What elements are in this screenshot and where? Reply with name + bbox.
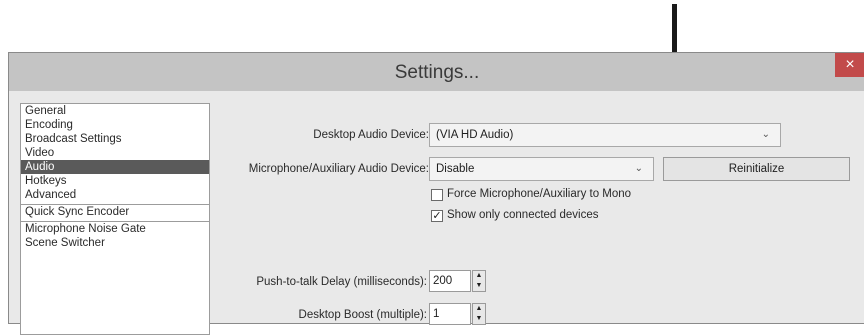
settings-sidebar: General Encoding Broadcast Settings Vide… — [20, 103, 210, 335]
desktop-boost-spinner[interactable]: ▲ ▼ — [472, 303, 486, 325]
spin-up-icon: ▲ — [475, 305, 483, 312]
force-mono-label: Force Microphone/Auxiliary to Mono — [447, 188, 632, 200]
title-bar: Settings... × — [9, 53, 864, 91]
reinitialize-button[interactable]: Reinitialize — [663, 157, 850, 181]
force-mono-checkbox[interactable] — [431, 189, 443, 201]
close-button[interactable]: × — [835, 53, 864, 77]
sidebar-item-advanced[interactable]: Advanced — [21, 188, 209, 202]
desktop-audio-device-value: (VIA HD Audio) — [436, 129, 514, 141]
window-title: Settings... — [394, 62, 480, 83]
spin-up-icon: ▲ — [475, 272, 483, 279]
sidebar-item-hotkeys[interactable]: Hotkeys — [21, 174, 209, 188]
desktop-audio-device-select[interactable]: (VIA HD Audio) ⌄ — [429, 123, 781, 147]
chevron-down-icon: ⌄ — [761, 129, 770, 140]
ptt-delay-label: Push-to-talk Delay (milliseconds): — [256, 276, 427, 288]
sidebar-item-quick-sync-encoder[interactable]: Quick Sync Encoder — [21, 205, 209, 219]
microphone-device-label: Microphone/Auxiliary Audio Device: — [248, 163, 429, 175]
show-connected-label: Show only connected devices — [447, 209, 599, 221]
ptt-delay-input[interactable]: 200 — [429, 270, 471, 292]
desktop-audio-device-label: Desktop Audio Device: — [313, 129, 429, 141]
sidebar-item-video[interactable]: Video — [21, 146, 209, 160]
desktop-boost-input[interactable]: 1 — [429, 303, 471, 325]
microphone-device-value: Disable — [436, 163, 475, 175]
sidebar-item-microphone-noise-gate[interactable]: Microphone Noise Gate — [21, 222, 209, 236]
sidebar-item-broadcast-settings[interactable]: Broadcast Settings — [21, 132, 209, 146]
spin-down-icon: ▼ — [475, 315, 483, 322]
sidebar-item-scene-switcher[interactable]: Scene Switcher — [21, 236, 209, 250]
ptt-delay-spinner[interactable]: ▲ ▼ — [472, 270, 486, 292]
chevron-down-icon: ⌄ — [634, 163, 643, 174]
sidebar-item-audio[interactable]: Audio — [21, 160, 209, 174]
spin-down-icon: ▼ — [475, 282, 483, 289]
microphone-device-select[interactable]: Disable ⌄ — [429, 157, 654, 181]
sidebar-item-encoding[interactable]: Encoding — [21, 118, 209, 132]
settings-window: Settings... × General Encoding Broadcast… — [8, 52, 864, 335]
check-icon: ✓ — [432, 210, 442, 222]
sidebar-item-general[interactable]: General — [21, 104, 209, 118]
show-connected-checkbox[interactable]: ✓ — [431, 210, 443, 222]
desktop-boost-label: Desktop Boost (multiple): — [298, 309, 427, 321]
